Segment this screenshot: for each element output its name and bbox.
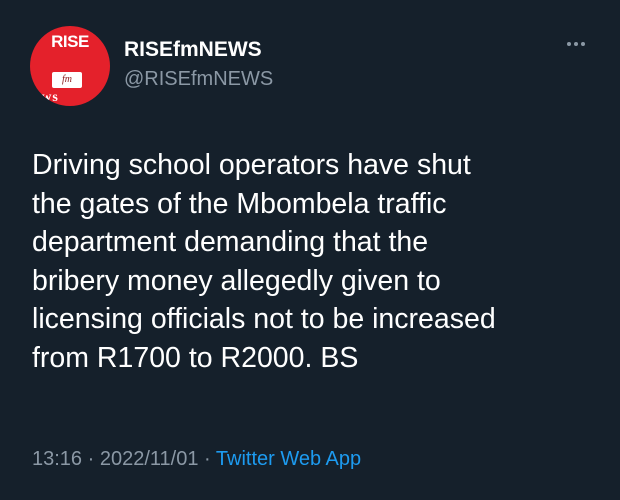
avatar-logo-news: ews — [34, 90, 59, 105]
more-horizontal-icon — [567, 42, 585, 46]
more-options-button[interactable] — [556, 34, 596, 54]
tweet-source-link[interactable]: Twitter Web App — [216, 448, 361, 470]
meta-separator: · — [82, 448, 100, 470]
tweet-meta: 13:16 · 2022/11/01 · Twitter Web App — [32, 448, 361, 471]
meta-separator: · — [198, 448, 216, 470]
avatar-logo-text: RISE — [51, 32, 89, 51]
avatar-logo-fm: fm — [62, 74, 72, 85]
avatar-logo-badge: fm — [52, 72, 82, 88]
tweet-date[interactable]: 2022/11/01 — [100, 448, 199, 470]
tweet-text: Driving school operators have shut the g… — [32, 149, 496, 374]
tweet-time[interactable]: 13:16 — [32, 448, 82, 470]
display-name[interactable]: RISEfmNEWS — [124, 38, 262, 62]
user-handle[interactable]: @RISEfmNEWS — [124, 68, 273, 91]
avatar[interactable]: RISE fm ews — [30, 26, 110, 106]
tweet-card: RISE fm ews RISEfmNEWS @RISEfmNEWS Drivi… — [0, 0, 620, 500]
